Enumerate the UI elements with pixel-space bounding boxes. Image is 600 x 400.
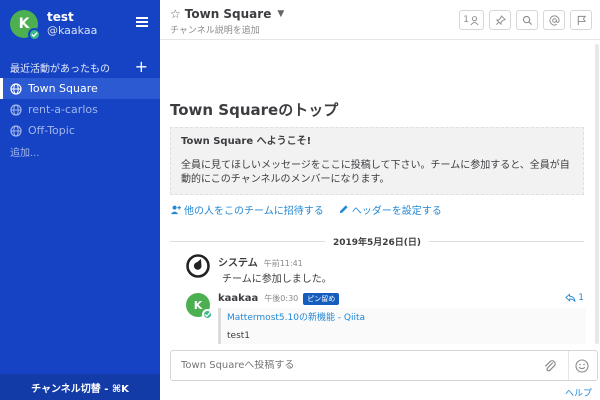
- online-status-icon: [28, 28, 41, 41]
- member-list-button[interactable]: 1: [459, 10, 484, 30]
- emoji-icon[interactable]: [575, 359, 589, 373]
- avatar[interactable]: K: [10, 10, 41, 41]
- post-time[interactable]: 午後0:30: [264, 293, 298, 304]
- sidebar-item-label: Town Square: [28, 82, 98, 95]
- help-link[interactable]: ヘルプ: [565, 386, 592, 399]
- channel-switcher-button[interactable]: チャンネル切替 - ⌘K: [0, 374, 160, 400]
- channel-header: ☆ Town Square ▼ チャンネル説明を追加 1: [160, 0, 600, 40]
- avatar-letter: K: [193, 298, 203, 312]
- reply-icon: [565, 293, 576, 302]
- pinned-button[interactable]: [489, 10, 511, 30]
- sidebar-item-label: rent-a-carlos: [28, 103, 98, 116]
- pinned-badge: ピン留め: [303, 293, 340, 305]
- invite-link-label: 他の人をこのチームに招待する: [184, 206, 324, 217]
- user-info: test @kaakaa: [47, 10, 97, 38]
- channel-purpose[interactable]: チャンネル説明を追加: [170, 23, 260, 36]
- intro-description: 全員に見てほしいメッセージをここに投稿して下さい。チームに参加すると、全員が自動…: [181, 160, 570, 185]
- post-header: kaakaa 午後0:30 ピン留め: [218, 293, 340, 305]
- sidebar: K test @kaakaa 最近活動があったもの + Town Square …: [0, 0, 160, 400]
- user-handle: @kaakaa: [47, 24, 98, 37]
- post-author[interactable]: システム: [218, 254, 258, 269]
- recent-section-header: 最近活動があったもの +: [0, 56, 160, 78]
- post-kaakaa: K kaakaa 午後0:30 ピン留め 1 Mattermost5.10の新機…: [186, 293, 586, 345]
- section-title: 最近活動があったもの: [10, 63, 110, 75]
- mentions-button[interactable]: [543, 10, 565, 30]
- channel-title[interactable]: ☆ Town Square ▼: [170, 7, 284, 21]
- at-icon: [549, 14, 560, 25]
- set-header-link[interactable]: ヘッダーを設定する: [338, 202, 442, 217]
- user-name: test: [47, 10, 74, 24]
- message-input[interactable]: [181, 360, 521, 371]
- date-separator: 2019年5月26日(日): [170, 234, 584, 248]
- globe-icon: [10, 82, 22, 95]
- member-icon: [470, 15, 479, 25]
- scrollbar[interactable]: [595, 44, 599, 344]
- paperclip-icon[interactable]: [543, 359, 557, 373]
- pin-icon: [495, 14, 506, 25]
- set-header-label: ヘッダーを設定する: [351, 206, 442, 217]
- main-area: ☆ Town Square ▼ チャンネル説明を追加 1 Town Square: [160, 0, 600, 400]
- post-time[interactable]: 午前11:41: [264, 258, 303, 269]
- reply-button[interactable]: 1: [565, 293, 584, 303]
- online-status-icon: [202, 309, 213, 320]
- post-author[interactable]: kaakaa: [218, 293, 258, 304]
- avatar-letter: K: [18, 16, 30, 32]
- reply-count: 1: [578, 293, 584, 303]
- invite-link[interactable]: 他の人をこのチームに招待する: [170, 202, 324, 217]
- sidebar-item-town-square[interactable]: Town Square: [0, 78, 160, 99]
- search-icon: [522, 15, 532, 25]
- intro-welcome: Town Square へようこそ!: [181, 136, 312, 147]
- channel-intro-title: Town Squareのトップ: [170, 101, 339, 119]
- globe-icon: [10, 103, 22, 116]
- sidebar-item-rent-a-carlos[interactable]: rent-a-carlos: [0, 99, 160, 120]
- channel-intro-box: Town Square へようこそ! 全員に見てほしいメッセージをここに投稿して…: [170, 127, 584, 195]
- avatar[interactable]: K: [186, 293, 213, 320]
- date-label: 2019年5月26日(日): [332, 237, 422, 248]
- header-buttons: 1: [459, 10, 592, 30]
- message-composer: [170, 350, 598, 381]
- post-message: チームに参加しました。: [222, 274, 332, 285]
- pencil-icon: [339, 205, 348, 214]
- globe-icon: [10, 124, 22, 137]
- more-channels-link[interactable]: 追加...: [0, 141, 160, 162]
- attachment-text: test1: [227, 331, 251, 341]
- sidebar-item-label: Off-Topic: [28, 124, 75, 137]
- intro-links: 他の人をこのチームに招待する ヘッダーを設定する: [170, 202, 442, 217]
- channel-name: Town Square: [184, 7, 272, 21]
- search-button[interactable]: [516, 10, 538, 30]
- message-attachment: Mattermost5.10の新機能 - Qiita test1: [218, 308, 586, 344]
- sidebar-item-off-topic[interactable]: Off-Topic: [0, 120, 160, 141]
- add-channel-icon[interactable]: +: [135, 59, 148, 75]
- post-header: システム 午前11:41: [218, 254, 303, 269]
- add-user-icon: [170, 205, 181, 215]
- attachment-link[interactable]: Mattermost5.10の新機能 - Qiita: [227, 310, 580, 323]
- flag-icon: [577, 15, 586, 25]
- team-header[interactable]: K test @kaakaa: [0, 0, 160, 48]
- flagged-button[interactable]: [570, 10, 592, 30]
- mattermost-logo-icon: [186, 254, 210, 278]
- star-icon[interactable]: ☆: [170, 7, 181, 21]
- chevron-down-icon[interactable]: ▼: [277, 9, 284, 19]
- main-menu-icon[interactable]: [134, 15, 150, 31]
- post-system: システム 午前11:41 チームに参加しました。: [186, 254, 584, 286]
